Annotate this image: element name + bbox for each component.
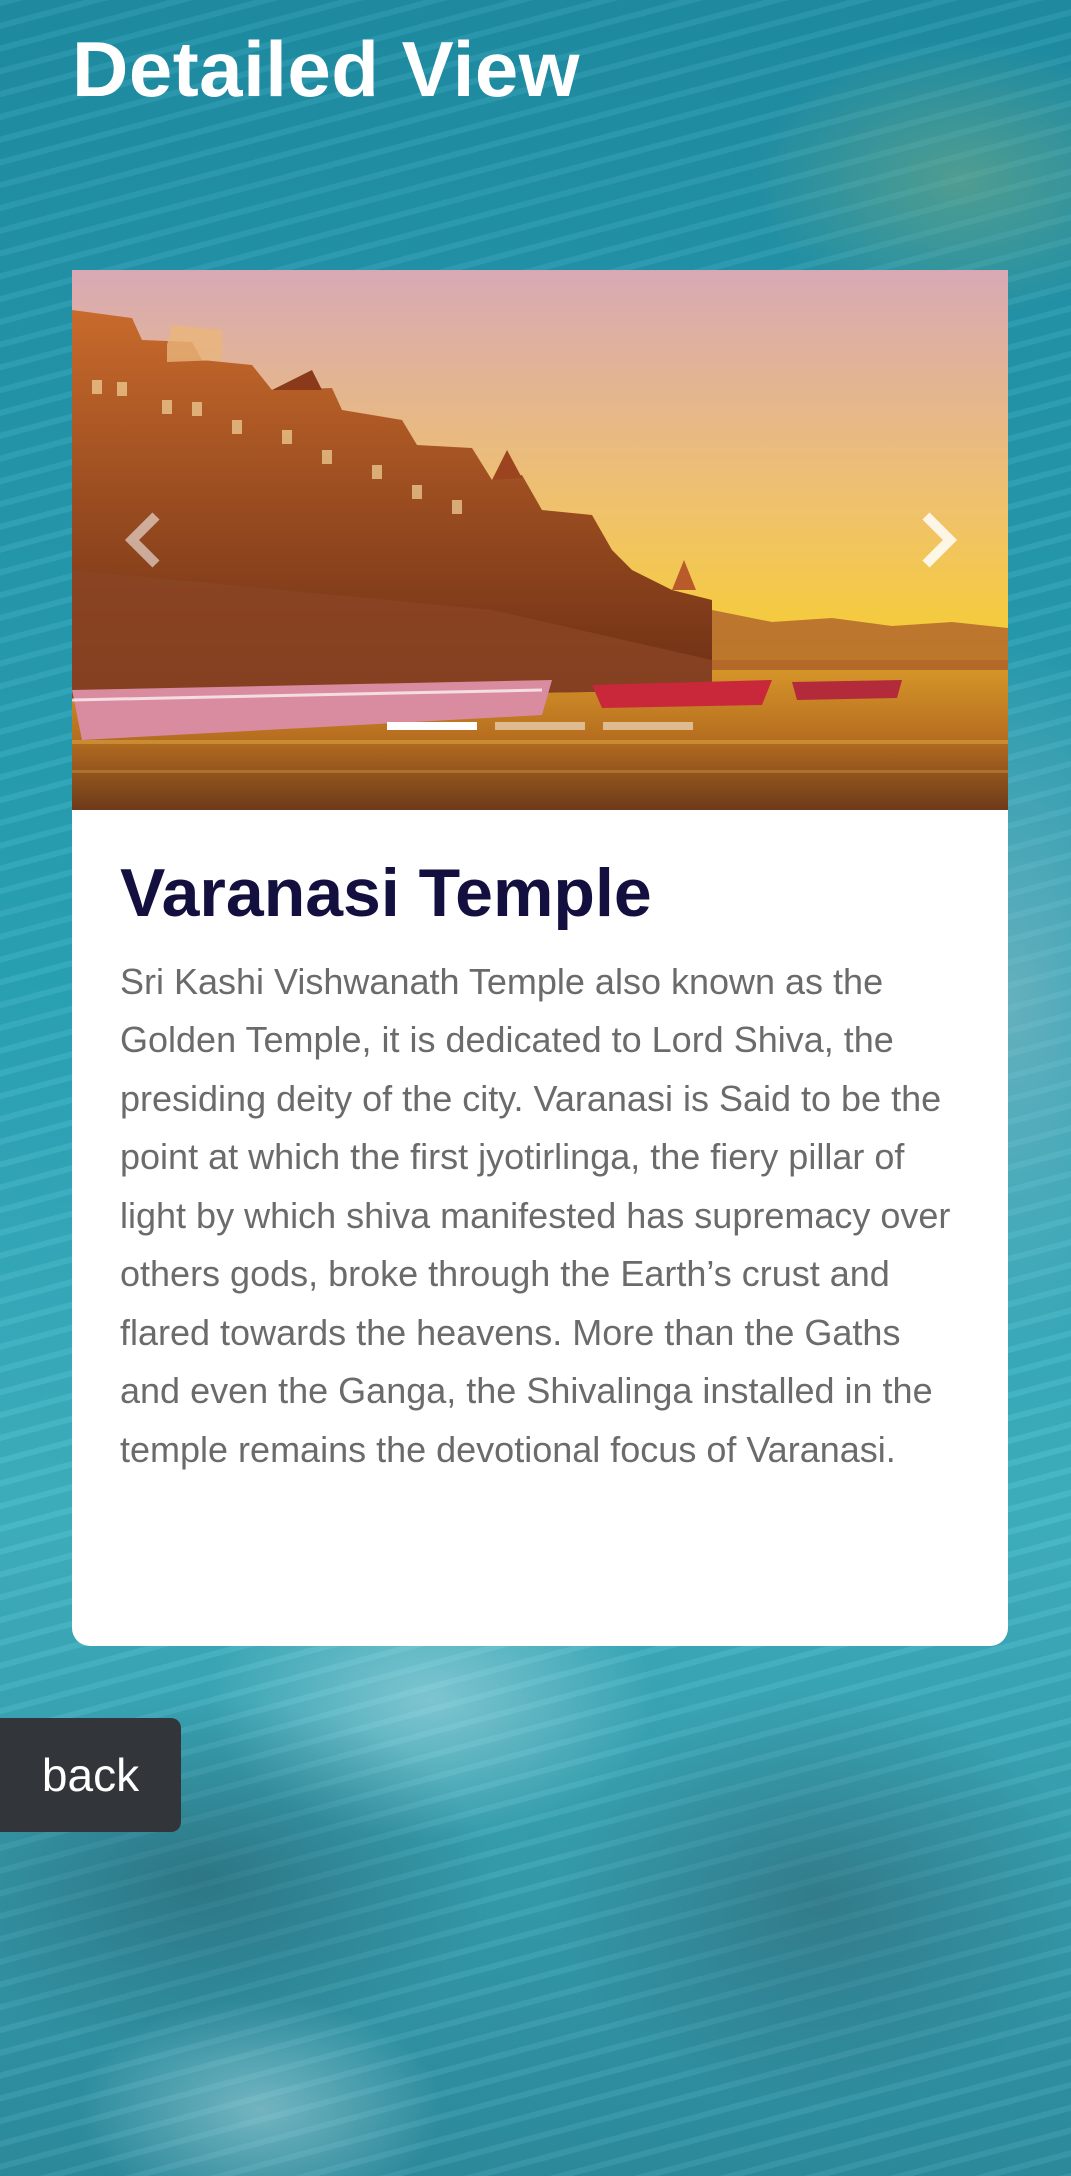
carousel-indicator-2[interactable] bbox=[495, 722, 585, 730]
card-description: Sri Kashi Vishwanath Temple also known a… bbox=[120, 960, 951, 1470]
card-title: Varanasi Temple bbox=[120, 855, 652, 931]
carousel-indicators bbox=[72, 722, 1008, 730]
page-title: Detailed View bbox=[72, 25, 580, 113]
card-body: Varanasi Temple Sri Kashi Vishwanath Tem… bbox=[72, 810, 1008, 1479]
carousel-next-button[interactable] bbox=[908, 500, 968, 580]
chevron-right-icon bbox=[922, 512, 958, 568]
carousel-indicator-3[interactable] bbox=[603, 722, 693, 730]
carousel-prev-button[interactable] bbox=[114, 500, 174, 580]
detail-card: Varanasi Temple Sri Kashi Vishwanath Tem… bbox=[72, 270, 1008, 1646]
chevron-left-icon bbox=[124, 512, 160, 568]
back-button[interactable]: back bbox=[0, 1718, 181, 1832]
carousel-indicator-1[interactable] bbox=[387, 722, 477, 730]
image-carousel[interactable] bbox=[72, 270, 1008, 810]
